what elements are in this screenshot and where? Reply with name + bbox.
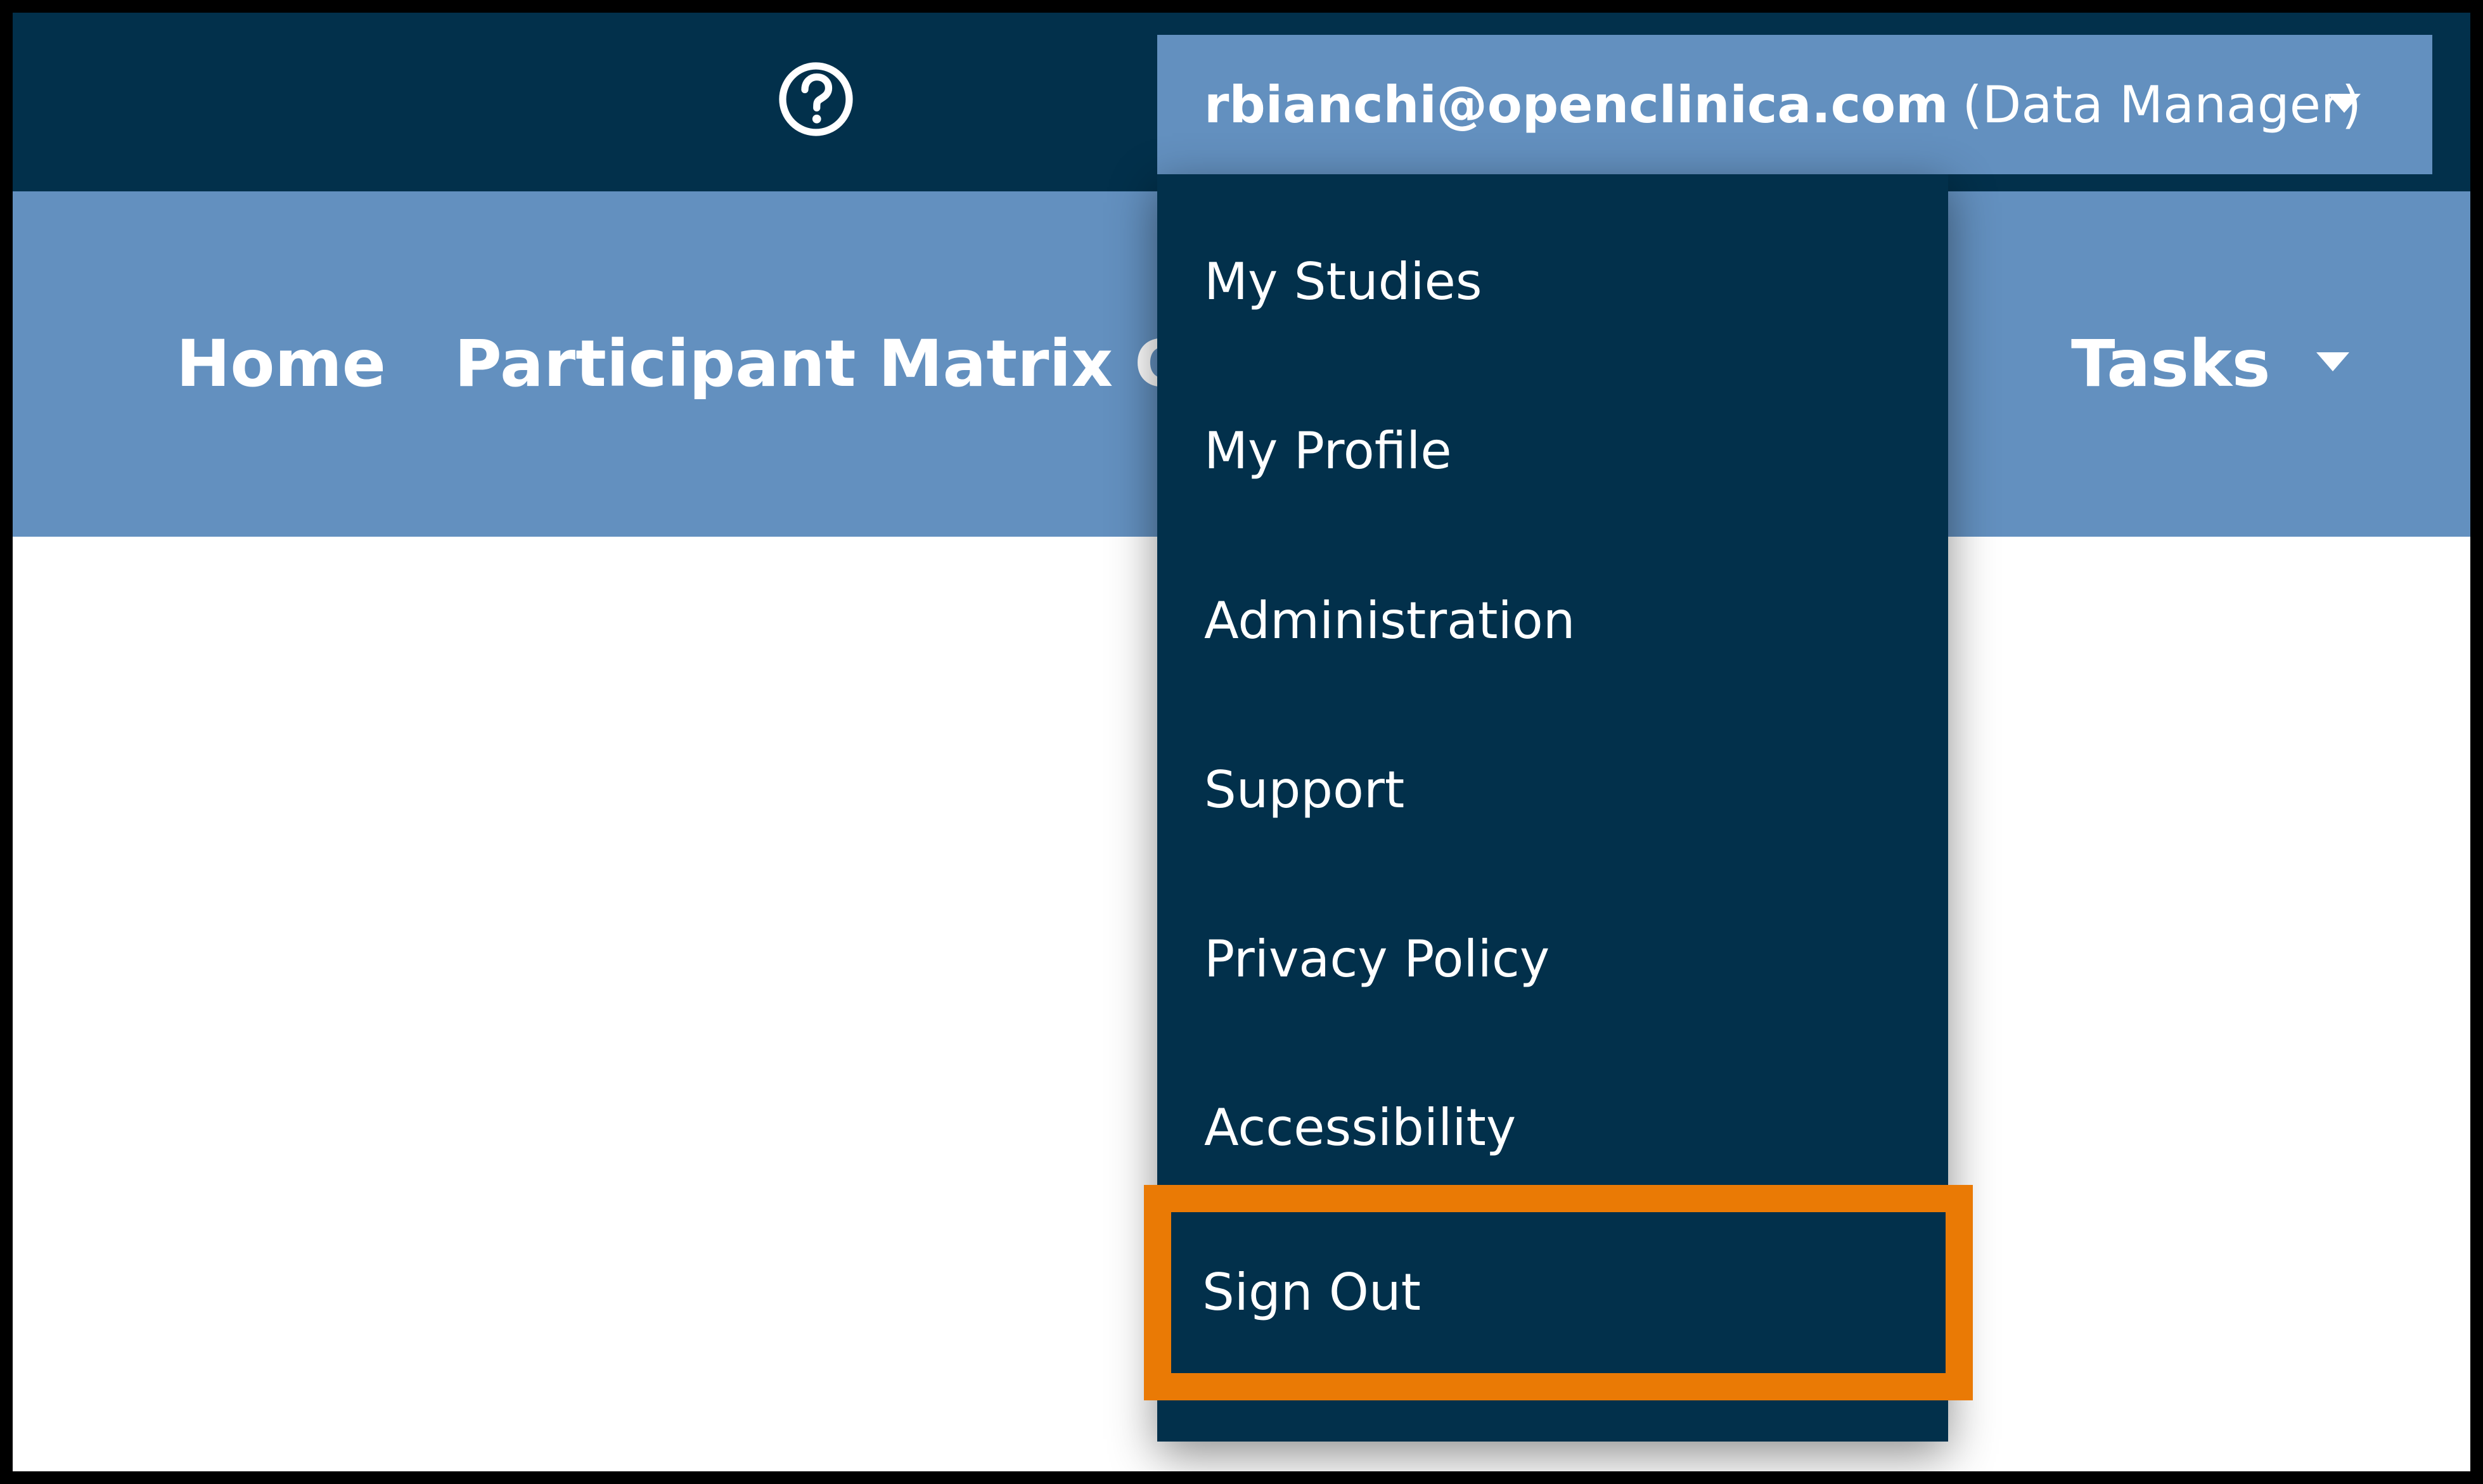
menu-item-my-profile[interactable]: My Profile — [1204, 421, 1452, 480]
nav-item-tasks[interactable]: Tasks — [2071, 191, 2271, 537]
tasks-caret-down-icon[interactable] — [2316, 352, 2349, 371]
app-frame: Home Participant Matrix C g Tasks rbianc… — [13, 13, 2470, 1471]
nav-item-participant-matrix[interactable]: Participant Matrix — [454, 191, 1113, 537]
nav-item-home[interactable]: Home — [176, 191, 386, 537]
menu-item-administration[interactable]: Administration — [1204, 591, 1575, 650]
question-circle-icon[interactable] — [776, 60, 856, 139]
menu-item-sign-out[interactable]: Sign Out — [1202, 1263, 1421, 1322]
user-email: rbianchi@openclinica.com — [1204, 75, 1949, 134]
menu-item-my-studies[interactable]: My Studies — [1204, 252, 1482, 311]
menu-item-accessibility[interactable]: Accessibility — [1204, 1098, 1516, 1157]
user-menu-toggle[interactable]: rbianchi@openclinica.com (Data Manager) — [1157, 35, 2432, 174]
menu-item-privacy-policy[interactable]: Privacy Policy — [1204, 930, 1549, 988]
user-menu-caret-down-icon — [2328, 94, 2361, 113]
menu-item-support[interactable]: Support — [1204, 760, 1404, 819]
user-role: (Data Manager) — [1962, 75, 2362, 134]
